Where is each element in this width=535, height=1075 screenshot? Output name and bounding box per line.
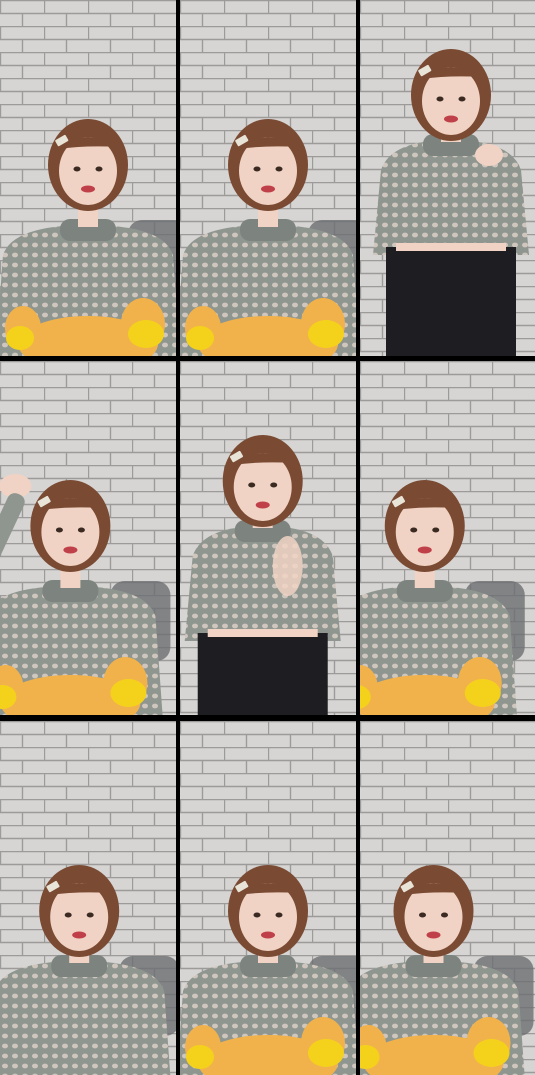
right-eye bbox=[95, 166, 103, 172]
video-frame-9 bbox=[360, 721, 535, 1075]
midriff bbox=[396, 243, 506, 251]
mesh-sweater bbox=[184, 526, 341, 641]
left-eye bbox=[410, 527, 418, 533]
video-frame-1 bbox=[0, 0, 176, 356]
left-eye bbox=[248, 482, 256, 488]
mouth bbox=[255, 501, 270, 509]
frame-illustration bbox=[180, 721, 356, 1075]
right-eye bbox=[275, 166, 283, 172]
frame-illustration bbox=[0, 721, 176, 1075]
left-eye bbox=[73, 166, 81, 172]
mouth bbox=[417, 546, 432, 554]
mouth bbox=[261, 185, 275, 193]
right-eye bbox=[432, 527, 440, 533]
frame-illustration bbox=[180, 361, 356, 715]
black-lace-skirt bbox=[197, 633, 328, 715]
plush-ear-tip-right bbox=[464, 679, 501, 707]
video-frame-6 bbox=[360, 361, 535, 715]
frame-illustration bbox=[0, 0, 176, 356]
mesh-sweater bbox=[0, 961, 171, 1075]
right-eye bbox=[441, 912, 448, 918]
right-eye bbox=[275, 912, 283, 918]
plush-ear-tip-right bbox=[128, 320, 164, 348]
frame-illustration bbox=[360, 721, 535, 1075]
left-eye bbox=[253, 166, 261, 172]
left-eye bbox=[55, 527, 63, 533]
clapping-hands bbox=[272, 536, 303, 596]
video-frame-8 bbox=[180, 721, 356, 1075]
mouth bbox=[72, 931, 87, 939]
mouth bbox=[426, 931, 441, 939]
mesh-sweater bbox=[373, 140, 529, 255]
video-frame-3 bbox=[360, 0, 535, 356]
left-eye bbox=[253, 912, 261, 918]
frame-illustration bbox=[0, 361, 176, 715]
video-frame-5 bbox=[180, 361, 356, 715]
left-eye bbox=[419, 912, 426, 918]
mouth bbox=[63, 546, 78, 554]
right-eye bbox=[86, 912, 94, 918]
mouth bbox=[81, 185, 95, 193]
hand-on-chest bbox=[475, 144, 503, 166]
video-frame-4 bbox=[0, 361, 176, 715]
midriff bbox=[207, 629, 318, 637]
mouth bbox=[261, 931, 275, 939]
frame-illustration bbox=[360, 361, 535, 715]
plush-ear-tip-left bbox=[186, 1045, 214, 1069]
right-eye bbox=[270, 482, 278, 488]
mouth bbox=[444, 115, 458, 123]
black-lace-skirt bbox=[386, 247, 516, 356]
plush-ear-tip-right bbox=[308, 320, 344, 348]
plush-ear-tip-right bbox=[473, 1039, 510, 1067]
plush-ear-tip-right bbox=[308, 1039, 344, 1067]
frame-illustration bbox=[360, 0, 535, 356]
video-frame-2 bbox=[180, 0, 356, 356]
plush-ear-tip-left bbox=[186, 326, 214, 350]
frame-illustration bbox=[180, 0, 356, 356]
plush-ear-tip-left bbox=[6, 326, 34, 350]
video-frame-7 bbox=[0, 721, 176, 1075]
right-eye bbox=[458, 96, 466, 102]
left-eye bbox=[64, 912, 72, 918]
plush-ear-tip-right bbox=[110, 679, 147, 707]
right-eye bbox=[77, 527, 85, 533]
photo-collage-grid bbox=[0, 0, 535, 1075]
left-eye bbox=[436, 96, 444, 102]
